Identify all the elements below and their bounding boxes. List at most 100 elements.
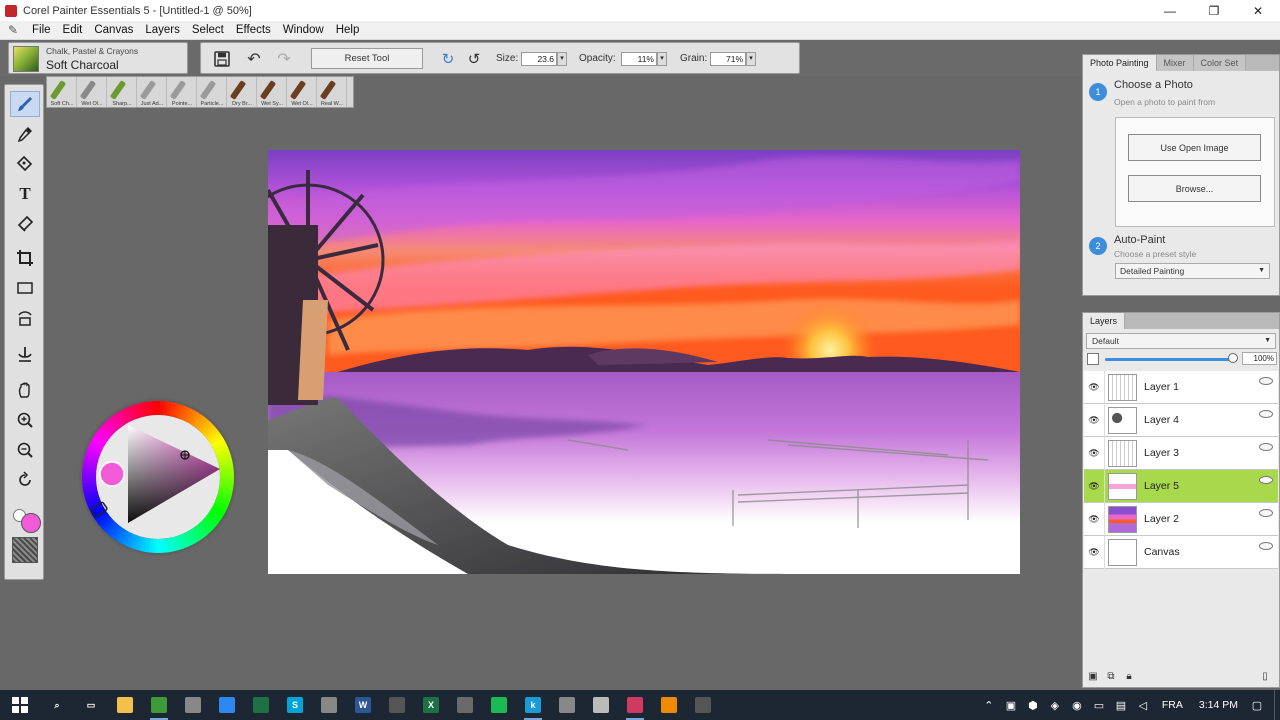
undo-icon[interactable]: ↶: [243, 48, 265, 70]
visibility-eye-icon[interactable]: 👁︎: [1088, 381, 1100, 393]
use-open-image-button[interactable]: Use Open Image: [1128, 134, 1261, 161]
taskbar-app-a-icon[interactable]: [210, 690, 244, 720]
stylus-icon[interactable]: ↻: [437, 48, 459, 70]
opacity-field[interactable]: 11%: [621, 52, 657, 66]
taskbar-app-link-icon[interactable]: [550, 690, 584, 720]
menu-select[interactable]: Select: [186, 24, 230, 36]
size-dropdown[interactable]: ▾: [557, 52, 567, 66]
tray-app-icon[interactable]: ▣: [1000, 699, 1022, 712]
grain-dropdown[interactable]: ▾: [746, 52, 756, 66]
reset-tool-button[interactable]: Reset Tool: [311, 48, 423, 69]
visibility-eye-icon[interactable]: 👁︎: [1088, 414, 1100, 426]
grain-field[interactable]: 71%: [710, 52, 746, 66]
visibility-eye-icon[interactable]: 👁︎: [1088, 447, 1100, 459]
tab-photo-painting[interactable]: Photo Painting: [1083, 55, 1157, 71]
taskbar-vlc-icon[interactable]: [652, 690, 686, 720]
zoom-out-icon[interactable]: [10, 437, 40, 463]
painting-canvas[interactable]: [268, 150, 1020, 574]
recent-brush[interactable]: Pointe...: [167, 77, 197, 107]
layer-options-icon[interactable]: ▣: [1086, 670, 1100, 684]
taskbar-app-k-icon[interactable]: k: [516, 690, 550, 720]
recent-brush[interactable]: Soft Ch...: [47, 77, 77, 107]
tab-mixer[interactable]: Mixer: [1156, 55, 1194, 71]
taskbar-excel-green-icon[interactable]: [244, 690, 278, 720]
tab-layers[interactable]: Layers: [1083, 313, 1126, 329]
stylus-alt-icon[interactable]: ↺: [463, 48, 485, 70]
zoom-in-icon[interactable]: [10, 407, 40, 433]
layer-composite-icon[interactable]: [1259, 476, 1273, 484]
menu-edit[interactable]: Edit: [57, 24, 89, 36]
layer-row[interactable]: 👁︎ Layer 2: [1084, 503, 1278, 536]
crop-icon[interactable]: [10, 245, 40, 271]
layer-composite-icon[interactable]: [1259, 542, 1273, 550]
menu-effects[interactable]: Effects: [230, 24, 277, 36]
opacity-dropdown[interactable]: ▾: [657, 52, 667, 66]
layer-row[interactable]: 👁︎ Layer 3: [1084, 437, 1278, 470]
tray-app-icon[interactable]: ◉: [1066, 699, 1088, 712]
taskbar-chrome-icon[interactable]: [142, 690, 176, 720]
taskbar-app-p-icon[interactable]: [312, 690, 346, 720]
text-icon[interactable]: T: [10, 181, 40, 207]
main-color-swatch[interactable]: [21, 513, 41, 533]
rotate-icon[interactable]: [10, 467, 40, 493]
battery-icon[interactable]: ▭: [1088, 699, 1110, 712]
language-indicator[interactable]: FRA: [1154, 699, 1191, 711]
taskbar-store-icon[interactable]: [176, 690, 210, 720]
start-button[interactable]: [0, 690, 40, 720]
brush-icon[interactable]: [10, 91, 40, 117]
visibility-eye-icon[interactable]: 👁︎: [1088, 546, 1100, 558]
minimize-button[interactable]: —: [1148, 0, 1192, 21]
rect-select-icon[interactable]: [10, 275, 40, 301]
layer-row[interactable]: 👁︎ Layer 1: [1084, 371, 1278, 404]
delete-layer-icon[interactable]: ▯: [1258, 670, 1272, 684]
recent-brush[interactable]: Sharp...: [107, 77, 137, 107]
layer-row[interactable]: 👁︎ Layer 5: [1084, 470, 1278, 503]
opacity-field[interactable]: 100%: [1242, 352, 1277, 365]
volume-icon[interactable]: ◁: [1132, 699, 1154, 712]
menu-file[interactable]: File: [26, 24, 57, 36]
recent-brush[interactable]: Real W...: [317, 77, 347, 107]
taskbar-app-clap-icon[interactable]: [380, 690, 414, 720]
new-layer-icon[interactable]: ⧉: [1104, 670, 1118, 684]
eraser-icon[interactable]: [10, 211, 40, 237]
show-desktop-button[interactable]: [1274, 690, 1280, 720]
tab-color-set[interactable]: Color Set: [1193, 55, 1247, 71]
lock-icon[interactable]: 🔒︎: [1122, 670, 1136, 684]
notifications-icon[interactable]: ▢: [1246, 699, 1268, 712]
browse-button[interactable]: Browse...: [1128, 175, 1261, 202]
menu-window[interactable]: Window: [277, 24, 330, 36]
auto-paint-preset-select[interactable]: Detailed Painting ▼: [1115, 263, 1270, 279]
transform-icon[interactable]: [10, 305, 40, 331]
taskbar-file-explorer-icon[interactable]: [108, 690, 142, 720]
tray-app-icon[interactable]: ⬢: [1022, 699, 1044, 712]
opacity-slider-knob[interactable]: [1228, 353, 1238, 363]
redo-icon[interactable]: ↷: [273, 48, 295, 70]
size-field[interactable]: 23.6: [521, 52, 557, 66]
tray-app-icon[interactable]: ◈: [1044, 699, 1066, 712]
clock[interactable]: 3:14 PM: [1191, 699, 1246, 711]
taskbar-task-view-icon[interactable]: ▭: [74, 690, 108, 720]
close-button[interactable]: ✕: [1236, 0, 1280, 21]
chevron-up-icon[interactable]: ⌃: [978, 699, 1000, 712]
taskbar-excel-icon[interactable]: X: [414, 690, 448, 720]
grabber-icon[interactable]: [10, 377, 40, 403]
recent-brush[interactable]: Dry Br...: [227, 77, 257, 107]
taskbar-spotify-icon[interactable]: [482, 690, 516, 720]
taskbar-app-y-icon[interactable]: [686, 690, 720, 720]
layer-composite-icon[interactable]: [1259, 443, 1273, 451]
layer-composite-icon[interactable]: [1259, 410, 1273, 418]
menu-canvas[interactable]: Canvas: [88, 24, 139, 36]
recent-brush[interactable]: Particle...: [197, 77, 227, 107]
recent-brush[interactable]: Wet Sy...: [257, 77, 287, 107]
taskbar-corel-painter-icon[interactable]: [618, 690, 652, 720]
taskbar-app-w-icon[interactable]: [448, 690, 482, 720]
recent-brush[interactable]: Just Ad...: [137, 77, 167, 107]
opacity-slider[interactable]: [1105, 358, 1231, 361]
brush-menu-icon[interactable]: ✎: [6, 23, 20, 37]
network-icon[interactable]: ▤: [1110, 699, 1132, 712]
taskbar-app-disc-icon[interactable]: [584, 690, 618, 720]
recent-brush[interactable]: Wet Ol...: [77, 77, 107, 107]
layer-row[interactable]: 👁︎ Canvas: [1084, 536, 1278, 569]
menu-layers[interactable]: Layers: [139, 24, 186, 36]
visibility-eye-icon[interactable]: 👁︎: [1088, 513, 1100, 525]
